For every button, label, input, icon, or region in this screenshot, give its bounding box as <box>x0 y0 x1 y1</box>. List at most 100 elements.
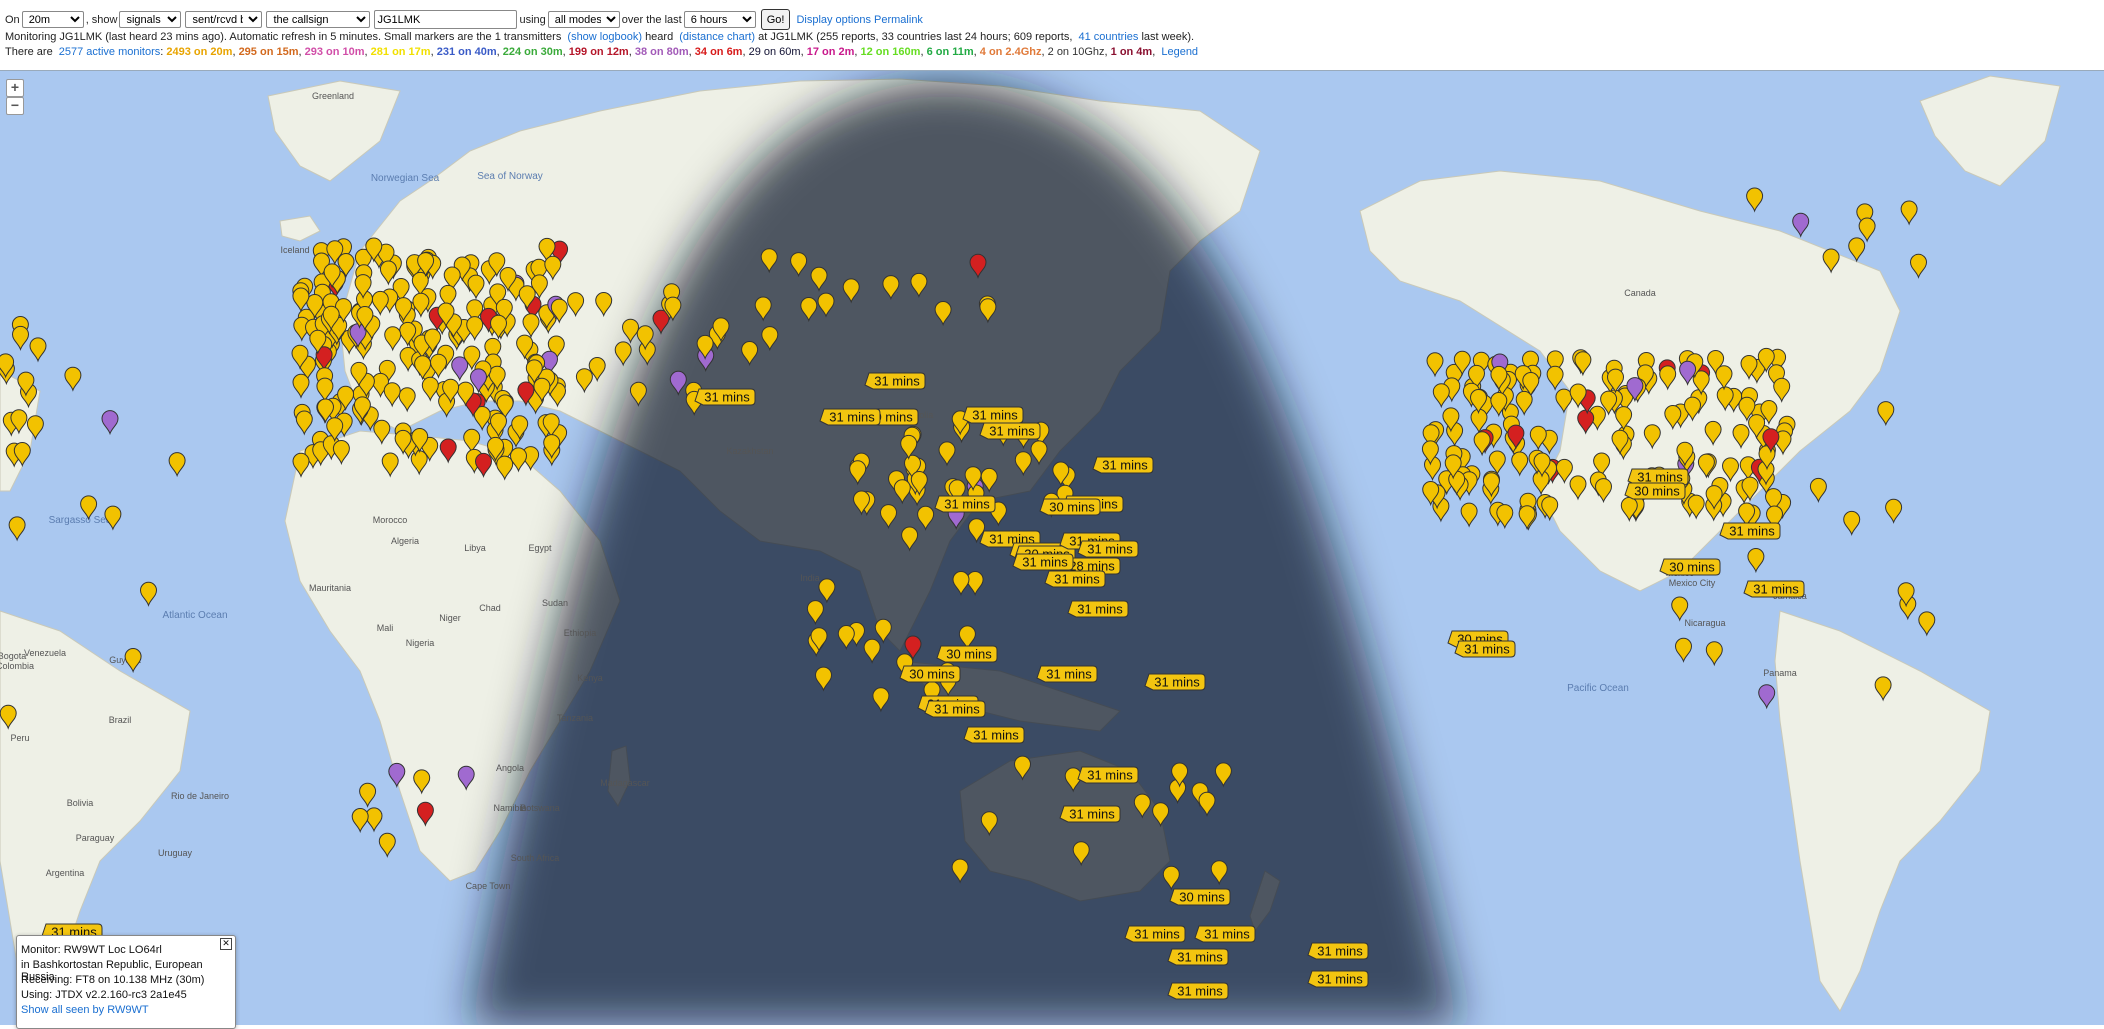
time-label-text: 31 mins <box>1087 542 1133 557</box>
time-label-text: 31 mins <box>1637 470 1683 485</box>
time-label[interactable]: 31 mins <box>1092 456 1154 474</box>
active-monitors-link[interactable]: 2577 active monitors <box>59 46 161 58</box>
time-label-text: 31 mins <box>1464 642 1510 657</box>
time-label-text: 31 mins <box>1177 984 1223 999</box>
geo-label: Atlantic Ocean <box>162 610 227 621</box>
monitor-popup: ✕ Monitor: RW9WT Loc LO64rl in Bashkorto… <box>16 935 236 1029</box>
time-label-text: 31 mins <box>1177 950 1223 965</box>
band-count-9: 29 on 60m <box>748 46 801 58</box>
time-label[interactable]: 31 mins <box>962 406 1024 424</box>
time-label[interactable]: 31 mins <box>1144 673 1206 691</box>
distance-chart-link[interactable]: (distance chart) <box>679 31 755 43</box>
band-count-3: 281 on 17m <box>370 46 431 58</box>
propagation-map[interactable]: Greenland Iceland Norwegian Sea Sargasso Se… <box>0 70 2104 1025</box>
time-label[interactable]: 31 mins <box>1307 942 1369 960</box>
band-select[interactable]: 20m <box>21 11 84 28</box>
show-label: , show <box>85 13 118 26</box>
time-label[interactable]: 31 mins <box>1077 766 1139 784</box>
show-select[interactable]: signals <box>119 11 182 28</box>
time-label[interactable]: 31 mins <box>864 372 926 390</box>
geo-label: Colombia <box>0 661 34 671</box>
time-label[interactable]: 30 mins <box>1659 558 1721 576</box>
time-label[interactable]: 31 mins <box>1044 570 1106 588</box>
geo-label: Greenland <box>312 91 354 101</box>
time-label-text: 31 mins <box>934 702 980 717</box>
time-label-text: 31 mins <box>1054 572 1100 587</box>
popup-close-button[interactable]: ✕ <box>220 938 232 950</box>
time-label-text: 30 mins <box>1669 560 1715 575</box>
zoom-out-button[interactable]: − <box>6 97 24 115</box>
geo-label: Madagascar <box>600 778 650 788</box>
time-label-text: 31 mins <box>1729 524 1775 539</box>
time-label[interactable]: 31 mins <box>1194 925 1256 943</box>
time-label[interactable]: 31 mins <box>934 495 996 513</box>
time-label[interactable]: 31 mins <box>1743 580 1805 598</box>
time-label[interactable]: 31 mins <box>694 388 756 406</box>
time-label-text: 31 mins <box>1087 768 1133 783</box>
geo-label: Iceland <box>280 245 309 255</box>
reports-text: at JG1LMK (255 reports, 33 countries las… <box>758 31 1073 43</box>
time-label[interactable]: 31 mins <box>819 408 881 426</box>
time-label-text: 30 mins <box>946 647 992 662</box>
time-label[interactable]: 30 mins <box>899 665 961 683</box>
band-count-7: 38 on 80m <box>634 46 689 58</box>
time-label[interactable]: 30 mins <box>1169 888 1231 906</box>
map-canvas[interactable]: Greenland Iceland Norwegian Sea Sargasso Se… <box>0 71 2104 1025</box>
time-label[interactable]: 31 mins <box>963 726 1025 744</box>
time-label[interactable]: 31 mins <box>1059 805 1121 823</box>
geo-label: Egypt <box>528 543 552 553</box>
time-label-text: 31 mins <box>1077 602 1123 617</box>
time-label[interactable]: 31 mins <box>1067 600 1129 618</box>
heard-text: heard <box>645 31 674 43</box>
geo-label: Uruguay <box>158 848 193 858</box>
go-button[interactable]: Go! <box>760 9 791 30</box>
target-select[interactable]: the callsign <box>266 11 371 28</box>
time-label[interactable]: 31 mins <box>1167 982 1229 1000</box>
geo-label: India <box>800 573 820 583</box>
time-label[interactable]: 31 mins <box>1124 925 1186 943</box>
geo-label: Brazil <box>109 715 132 725</box>
geo-label: Venezuela <box>24 648 66 658</box>
geo-label: Panama <box>1763 668 1797 678</box>
period-select[interactable]: 6 hours <box>683 11 756 28</box>
permalink-link[interactable]: Permalink <box>874 14 923 26</box>
time-label[interactable]: 30 mins <box>936 645 998 663</box>
countries-link[interactable]: 41 countries <box>1078 31 1138 43</box>
direction-select[interactable]: sent/rcvd by <box>185 11 263 28</box>
time-label-text: 30 mins <box>909 667 955 682</box>
monitoring-text: Monitoring JG1LMK (last heard 23 mins ag… <box>5 31 562 43</box>
time-label[interactable]: 31 mins <box>1454 640 1516 658</box>
time-label[interactable]: 31 mins <box>1077 540 1139 558</box>
popup-show-all-link[interactable]: Show all seen by RW9WT <box>21 1004 149 1016</box>
time-label[interactable]: 30 mins <box>1624 482 1686 500</box>
over-label: over the last <box>621 13 682 26</box>
time-label[interactable]: 31 mins <box>1719 522 1781 540</box>
geo-label: Kazakhstan <box>726 446 773 456</box>
popup-monitor-line: Monitor: RW9WT Loc LO64rl <box>21 944 162 956</box>
time-label[interactable]: 31 mins <box>1012 553 1074 571</box>
time-label-text: 31 mins <box>973 728 1019 743</box>
time-label[interactable]: 31 mins <box>924 700 986 718</box>
display-options-link[interactable]: Display options <box>796 14 871 26</box>
geo-label: Sea of Norway <box>477 171 543 182</box>
mode-select[interactable]: all modes <box>547 11 620 28</box>
time-label-text: 31 mins <box>1154 675 1200 690</box>
query-bar: On 20m , show signals sent/rcvd by the c… <box>5 9 923 30</box>
time-label[interactable]: 30 mins <box>1039 498 1101 516</box>
time-label[interactable]: 31 mins <box>979 422 1041 440</box>
band-count-8: 34 on 6m <box>694 46 743 58</box>
legend-link[interactable]: Legend <box>1161 46 1198 58</box>
time-label-text: 30 mins <box>1179 890 1225 905</box>
geo-label: Tanzania <box>557 713 593 723</box>
geo-label: Paraguay <box>76 833 115 843</box>
band-counts: 2493 on 20m, 295 on 15m, 293 on 10m, 281… <box>166 46 1159 58</box>
time-label-text: 31 mins <box>1317 972 1363 987</box>
show-logbook-link[interactable]: (show logbook) <box>567 31 642 43</box>
time-label[interactable]: 31 mins <box>1167 948 1229 966</box>
zoom-in-button[interactable]: + <box>6 79 24 97</box>
geo-label: Sudan <box>542 598 568 608</box>
geo-label: Bolivia <box>67 798 94 808</box>
callsign-input[interactable] <box>374 10 518 29</box>
time-label[interactable]: 31 mins <box>1307 970 1369 988</box>
time-label[interactable]: 31 mins <box>1036 665 1098 683</box>
